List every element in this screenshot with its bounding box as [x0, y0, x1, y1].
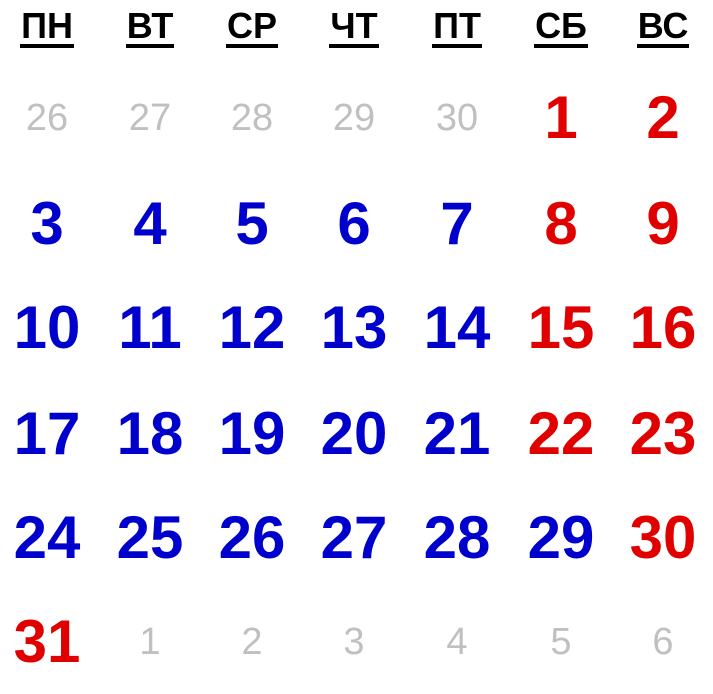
day-cell[interactable]: 20: [303, 382, 405, 486]
week-row: 24 25 26 27 28 29 30: [0, 486, 713, 590]
day-cell[interactable]: 13: [303, 276, 405, 380]
day-cell[interactable]: 27: [303, 486, 405, 590]
day-cell-other-month[interactable]: 2: [201, 590, 303, 694]
day-cell[interactable]: 3: [0, 172, 98, 276]
day-cell-other-month[interactable]: 26: [0, 66, 98, 170]
day-cell[interactable]: 5: [201, 172, 303, 276]
day-cell[interactable]: 29: [510, 486, 612, 590]
day-cell[interactable]: 18: [99, 382, 201, 486]
day-cell-other-month[interactable]: 1: [99, 590, 201, 694]
day-cell[interactable]: 7: [406, 172, 508, 276]
weekday-label: ПТ: [432, 5, 482, 48]
day-cell-weekend[interactable]: 9: [612, 172, 713, 276]
week-row: 10 11 12 13 14 15 16: [0, 276, 713, 380]
weekday-header-wed: СР: [201, 6, 303, 48]
day-cell-weekend[interactable]: 31: [0, 590, 98, 694]
weekday-header-sat: СБ: [510, 6, 612, 48]
day-cell-weekend[interactable]: 23: [612, 382, 713, 486]
week-row: 26 27 28 29 30 1 2: [0, 66, 713, 170]
day-cell-weekend[interactable]: 15: [510, 276, 612, 380]
weekday-header-thu: ЧТ: [303, 6, 405, 48]
weekday-header-row: ПН ВТ СР ЧТ ПТ СБ ВС: [0, 0, 713, 60]
day-cell[interactable]: 24: [0, 486, 98, 590]
day-cell-other-month[interactable]: 30: [406, 66, 508, 170]
day-cell[interactable]: 28: [406, 486, 508, 590]
day-cell-other-month[interactable]: 4: [406, 590, 508, 694]
day-cell[interactable]: 21: [406, 382, 508, 486]
day-cell-weekend[interactable]: 16: [612, 276, 713, 380]
day-cell[interactable]: 19: [201, 382, 303, 486]
day-cell-other-month[interactable]: 29: [303, 66, 405, 170]
day-cell-other-month[interactable]: 6: [612, 590, 713, 694]
day-cell[interactable]: 12: [201, 276, 303, 380]
day-cell-weekend[interactable]: 8: [510, 172, 612, 276]
day-cell-other-month[interactable]: 27: [99, 66, 201, 170]
weekday-label: ВС: [636, 5, 690, 48]
weekday-label: СБ: [534, 5, 588, 48]
week-row: 31 1 2 3 4 5 6: [0, 590, 713, 694]
day-cell[interactable]: 26: [201, 486, 303, 590]
week-row: 3456789: [0, 172, 713, 276]
day-cell[interactable]: 17: [0, 382, 98, 486]
weekday-header-mon: ПН: [0, 6, 98, 48]
weekday-label: ЧТ: [329, 5, 379, 48]
day-cell[interactable]: 11: [99, 276, 201, 380]
day-cell-weekend[interactable]: 22: [510, 382, 612, 486]
day-cell-other-month[interactable]: 28: [201, 66, 303, 170]
day-cell[interactable]: 4: [99, 172, 201, 276]
day-cell[interactable]: 14: [406, 276, 508, 380]
day-cell-weekend[interactable]: 30: [612, 486, 713, 590]
weekday-label: СР: [225, 5, 278, 48]
day-cell[interactable]: 10: [0, 276, 98, 380]
weekday-label: ПН: [20, 5, 74, 48]
day-cell[interactable]: 6: [303, 172, 405, 276]
weekday-label: ВТ: [125, 5, 175, 48]
weekday-header-sun: ВС: [612, 6, 713, 48]
day-cell-weekend[interactable]: 2: [612, 66, 713, 170]
weekday-header-tue: ВТ: [99, 6, 201, 48]
week-row: 17 18 19 20 21 22 23: [0, 382, 713, 486]
weekday-header-fri: ПТ: [406, 6, 508, 48]
day-cell-other-month[interactable]: 3: [303, 590, 405, 694]
day-cell[interactable]: 25: [99, 486, 201, 590]
day-cell-weekend[interactable]: 1: [510, 66, 612, 170]
day-cell-other-month[interactable]: 5: [510, 590, 612, 694]
